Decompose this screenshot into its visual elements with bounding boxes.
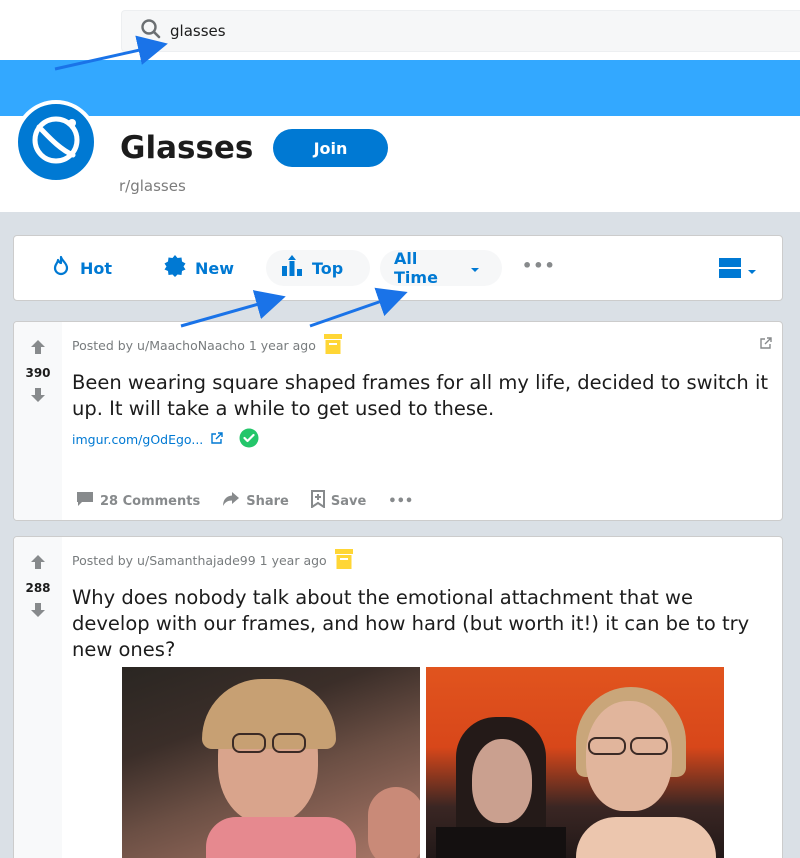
top-bars-icon — [280, 254, 312, 282]
verified-check-icon — [239, 428, 259, 451]
save-button[interactable]: Save — [310, 490, 367, 512]
sort-new-tab[interactable]: New — [149, 250, 248, 286]
card-view-icon — [719, 258, 741, 282]
post-title[interactable]: Why does nobody talk about the emotional… — [72, 585, 772, 663]
sort-new-label: New — [195, 258, 235, 278]
downvote-icon[interactable] — [29, 601, 47, 623]
archive-icon — [334, 549, 353, 572]
vote-count: 390 — [25, 366, 51, 380]
post-meta: Posted by u/MaachoNaacho 1 year ago — [72, 334, 772, 357]
comments-button[interactable]: 28 Comments — [76, 491, 200, 511]
caret-down-icon — [470, 259, 488, 278]
upvote-icon[interactable] — [29, 338, 47, 360]
post-image[interactable] — [426, 667, 724, 858]
sort-top-label: Top — [312, 258, 344, 278]
caret-down-icon — [747, 261, 757, 280]
sort-bar: Hot New Top All Time ••• — [13, 235, 783, 301]
vote-count: 288 — [25, 581, 51, 595]
sort-top-tab[interactable]: Top — [266, 250, 370, 286]
post-image-gallery[interactable] — [122, 667, 726, 858]
post-byline: Posted by u/MaachoNaacho 1 year ago — [72, 338, 316, 353]
comment-icon — [76, 491, 100, 511]
search-input[interactable] — [170, 22, 670, 40]
sort-more-button[interactable]: ••• — [522, 256, 556, 275]
save-label: Save — [330, 493, 367, 509]
post-more-button[interactable]: ••• — [388, 494, 413, 509]
subreddit-banner — [0, 60, 800, 116]
sort-hot-label: Hot — [80, 258, 113, 278]
post-image[interactable] — [122, 667, 420, 858]
top-bar — [0, 0, 800, 60]
downvote-icon[interactable] — [29, 386, 47, 408]
vote-column: 288 — [14, 537, 62, 858]
subreddit-name: r/glasses — [119, 177, 186, 195]
planet-icon — [25, 109, 87, 175]
archive-icon — [323, 334, 342, 357]
share-icon — [222, 491, 246, 511]
time-filter-label: All Time — [394, 249, 438, 287]
post-card[interactable]: 288 Posted by u/Samanthajade99 1 year ag… — [13, 536, 783, 858]
upvote-icon[interactable] — [29, 553, 47, 575]
time-filter-dropdown[interactable]: All Time — [380, 249, 502, 287]
post-meta: Posted by u/Samanthajade99 1 year ago — [72, 549, 772, 572]
search-bar[interactable] — [121, 10, 800, 52]
vote-column: 390 — [14, 322, 62, 520]
subreddit-title: Glasses — [120, 130, 254, 166]
view-toggle[interactable] — [719, 258, 757, 282]
open-external-icon[interactable] — [760, 334, 772, 353]
comments-label: 28 Comments — [100, 493, 201, 509]
post-title[interactable]: Been wearing square shaped frames for al… — [72, 370, 772, 422]
sort-hot-tab[interactable]: Hot — [36, 250, 126, 286]
post-actions: 28 Comments Share Save ••• — [76, 490, 435, 512]
post-byline: Posted by u/Samanthajade99 1 year ago — [72, 553, 327, 568]
bookmark-plus-icon — [310, 490, 331, 512]
search-icon — [140, 18, 162, 44]
flame-icon — [50, 255, 80, 281]
badge-icon — [163, 254, 195, 282]
post-card[interactable]: 390 Posted by u/MaachoNaacho 1 year ago … — [13, 321, 783, 521]
post-link[interactable]: imgur.com/gOdEgo... — [72, 432, 203, 447]
share-label: Share — [246, 493, 289, 509]
subreddit-header: Glasses Join r/glasses — [0, 100, 800, 212]
join-button[interactable]: Join — [273, 129, 388, 167]
share-button[interactable]: Share — [222, 491, 289, 511]
external-link-icon[interactable] — [211, 432, 223, 447]
subreddit-avatar[interactable] — [14, 100, 98, 184]
